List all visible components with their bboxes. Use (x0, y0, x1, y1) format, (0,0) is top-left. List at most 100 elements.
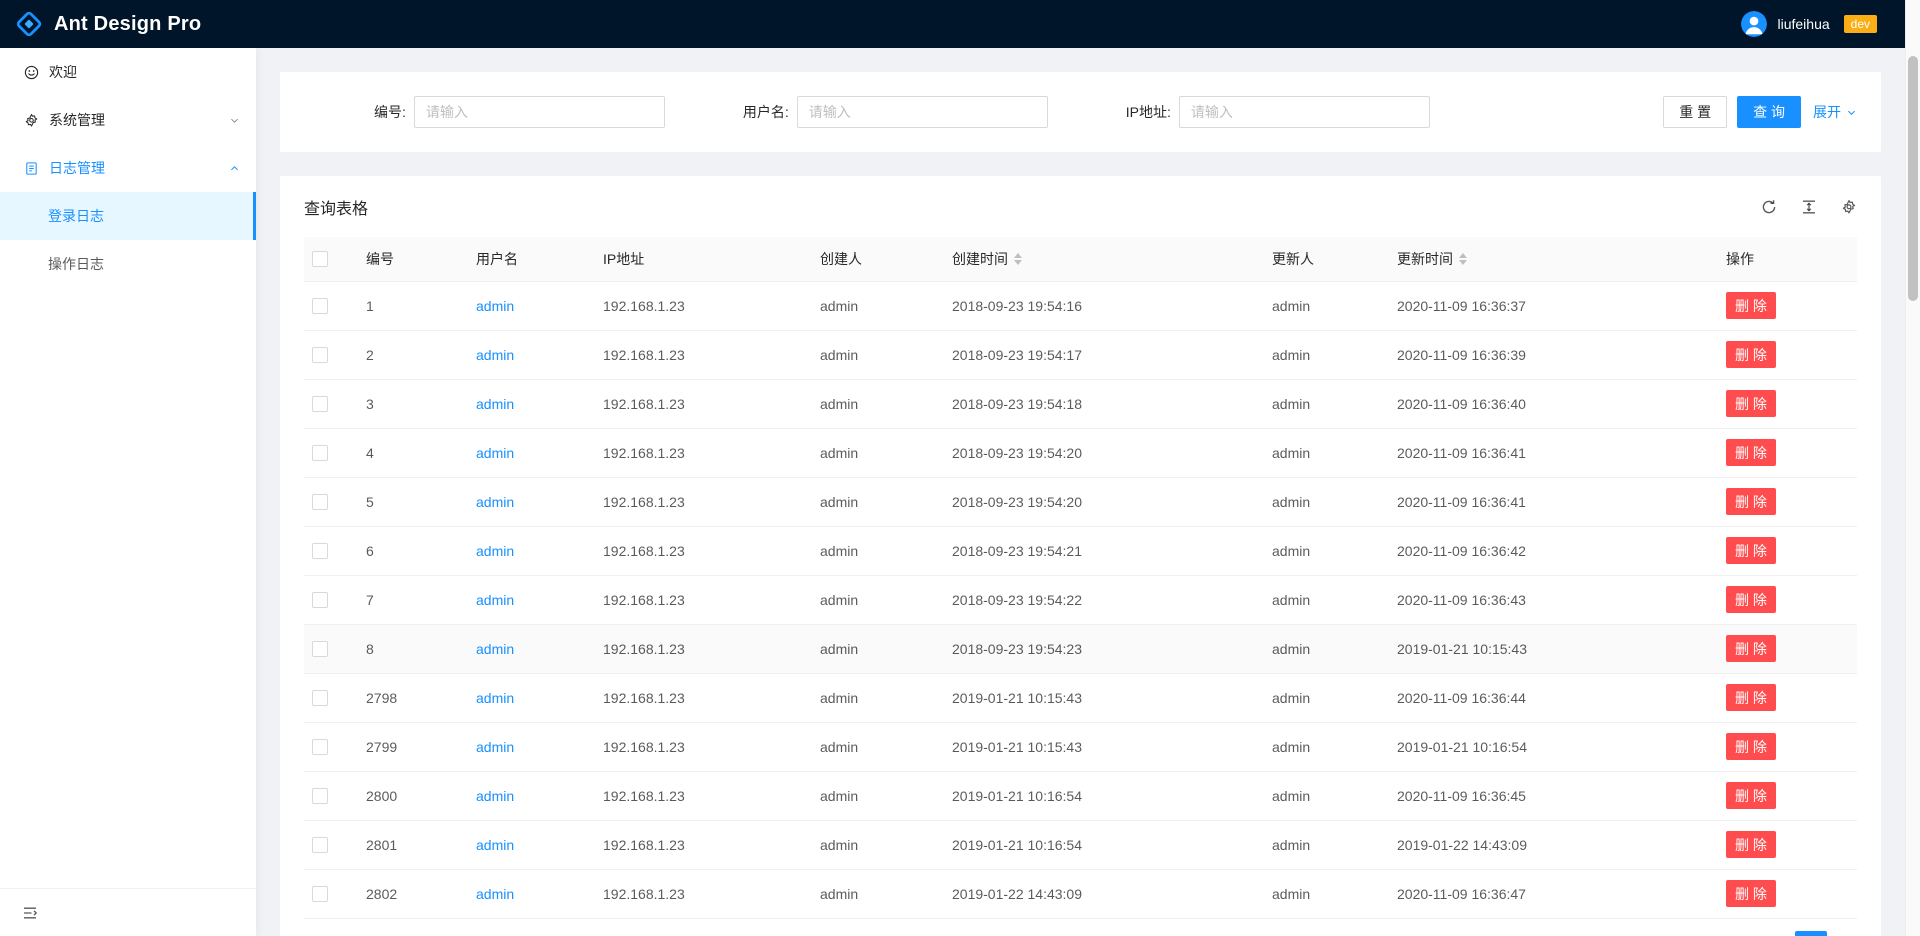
page-scrollbar[interactable] (1905, 0, 1920, 936)
username-link[interactable]: admin (476, 347, 514, 363)
sidebar-collapse-trigger[interactable] (0, 888, 256, 936)
row-checkbox[interactable] (312, 592, 328, 608)
scrollbar-thumb[interactable] (1908, 56, 1918, 301)
username-link[interactable]: admin (476, 690, 514, 706)
user-menu[interactable]: liufeihua dev (1741, 11, 1877, 37)
username-link[interactable]: admin (476, 445, 514, 461)
delete-button[interactable]: 删 除 (1726, 439, 1776, 466)
username-link[interactable]: admin (476, 592, 514, 608)
expand-toggle[interactable]: 展开 (1813, 102, 1857, 122)
cell-updated-time: 2020-11-09 16:36:44 (1389, 673, 1718, 722)
sidebar-item-operation-log[interactable]: 操作日志 (0, 240, 256, 288)
delete-button[interactable]: 删 除 (1726, 782, 1776, 809)
row-checkbox[interactable] (312, 690, 328, 706)
delete-button[interactable]: 删 除 (1726, 292, 1776, 319)
delete-button[interactable]: 删 除 (1726, 635, 1776, 662)
brand-logo-area[interactable]: Ant Design Pro (14, 9, 201, 39)
cell-updater: admin (1264, 673, 1389, 722)
table-row: 8 admin 192.168.1.23 admin 2018-09-23 19… (304, 624, 1857, 673)
cell-id: 2801 (358, 820, 468, 869)
delete-button[interactable]: 删 除 (1726, 537, 1776, 564)
reload-icon[interactable] (1761, 199, 1777, 215)
cell-creator: admin (812, 624, 944, 673)
select-all-checkbox[interactable] (312, 251, 328, 267)
cell-select (304, 771, 358, 820)
row-checkbox[interactable] (312, 347, 328, 363)
delete-button[interactable]: 删 除 (1726, 880, 1776, 907)
row-checkbox[interactable] (312, 837, 328, 853)
username-link[interactable]: admin (476, 298, 514, 314)
id-input[interactable] (414, 96, 665, 128)
delete-button[interactable]: 删 除 (1726, 390, 1776, 417)
chevron-down-icon (229, 115, 240, 126)
username-link[interactable]: admin (476, 396, 514, 412)
gear-icon (24, 113, 39, 128)
cell-created-time: 2019-01-21 10:16:54 (944, 820, 1264, 869)
username-link[interactable]: admin (476, 641, 514, 657)
username-link[interactable]: admin (476, 788, 514, 804)
settings-gear-icon[interactable] (1841, 199, 1857, 215)
density-icon[interactable] (1801, 199, 1817, 215)
cell-updated-time: 2019-01-21 10:16:54 (1389, 722, 1718, 771)
sortable-created-time[interactable]: 创建时间 (952, 249, 1022, 269)
sortable-updated-time[interactable]: 更新时间 (1397, 249, 1467, 269)
cell-select (304, 526, 358, 575)
username-link[interactable]: admin (476, 494, 514, 510)
row-checkbox[interactable] (312, 445, 328, 461)
username-link[interactable]: admin (476, 739, 514, 755)
reset-button[interactable]: 重 置 (1663, 96, 1727, 128)
cell-created-time: 2018-09-23 19:54:20 (944, 477, 1264, 526)
username-link[interactable]: admin (476, 543, 514, 559)
cell-select (304, 379, 358, 428)
row-checkbox[interactable] (312, 739, 328, 755)
cell-action: 删 除 (1718, 624, 1857, 673)
pagination-active-page[interactable] (1795, 931, 1827, 936)
env-badge: dev (1844, 15, 1877, 33)
cell-id: 7 (358, 575, 468, 624)
sidebar-item-welcome[interactable]: 欢迎 (0, 48, 256, 96)
row-checkbox[interactable] (312, 298, 328, 314)
sidebar-item-log-management[interactable]: 日志管理 (0, 144, 256, 192)
cell-updated-time: 2019-01-21 10:15:43 (1389, 624, 1718, 673)
delete-button[interactable]: 删 除 (1726, 341, 1776, 368)
sidebar-item-login-log[interactable]: 登录日志 (0, 192, 256, 240)
table-row: 1 admin 192.168.1.23 admin 2018-09-23 19… (304, 281, 1857, 330)
row-checkbox[interactable] (312, 641, 328, 657)
cell-updated-time: 2020-11-09 16:36:45 (1389, 771, 1718, 820)
row-checkbox[interactable] (312, 396, 328, 412)
cell-select (304, 722, 358, 771)
cell-created-time: 2019-01-21 10:16:54 (944, 771, 1264, 820)
cell-username: admin (468, 771, 595, 820)
cell-creator: admin (812, 771, 944, 820)
user-avatar[interactable] (1741, 11, 1767, 37)
sidebar-item-system-management[interactable]: 系统管理 (0, 96, 256, 144)
row-checkbox[interactable] (312, 788, 328, 804)
row-checkbox[interactable] (312, 886, 328, 902)
col-header-username: 用户名 (468, 237, 595, 281)
delete-button[interactable]: 删 除 (1726, 684, 1776, 711)
cell-id: 3 (358, 379, 468, 428)
username-link[interactable]: admin (476, 837, 514, 853)
cell-creator: admin (812, 526, 944, 575)
delete-button[interactable]: 删 除 (1726, 488, 1776, 515)
col-header-action: 操作 (1718, 237, 1857, 281)
row-checkbox[interactable] (312, 494, 328, 510)
cell-creator: admin (812, 281, 944, 330)
delete-button[interactable]: 删 除 (1726, 586, 1776, 613)
cell-creator: admin (812, 673, 944, 722)
username-link[interactable]: admin (476, 886, 514, 902)
delete-button[interactable]: 删 除 (1726, 733, 1776, 760)
delete-button[interactable]: 删 除 (1726, 831, 1776, 858)
cell-updater: admin (1264, 428, 1389, 477)
table-row: 4 admin 192.168.1.23 admin 2018-09-23 19… (304, 428, 1857, 477)
cell-ip: 192.168.1.23 (595, 771, 812, 820)
ip-input[interactable] (1179, 96, 1430, 128)
row-checkbox[interactable] (312, 543, 328, 559)
cell-updater: admin (1264, 722, 1389, 771)
cell-username: admin (468, 624, 595, 673)
cell-id: 2 (358, 330, 468, 379)
cell-action: 删 除 (1718, 575, 1857, 624)
table-row: 2 admin 192.168.1.23 admin 2018-09-23 19… (304, 330, 1857, 379)
query-button[interactable]: 查 询 (1737, 96, 1801, 128)
username-input[interactable] (797, 96, 1048, 128)
